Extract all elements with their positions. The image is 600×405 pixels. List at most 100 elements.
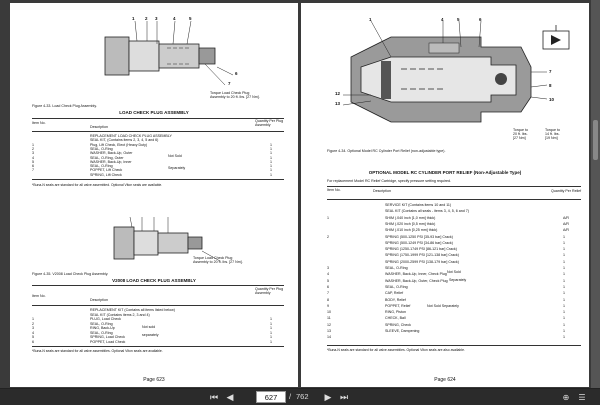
fig2-torque-note: Torque Load Check Plug Assembly to 20 ft… [193,256,243,264]
fig1-callout-2: 2 [145,16,148,21]
table-row-item: 5 [327,278,329,283]
table1-header-item: Item No. [32,121,46,125]
table-row-item: 6 [32,339,34,344]
table-row-quantity: 1 [563,278,565,283]
table1-bottom-rule [32,179,284,180]
table-row-description: WASHER, Back-Up, Inner, Check Plug [385,272,447,277]
torque-a-line3: [27 Nm] [513,136,526,141]
torque-b-line3: [19 Nm] [545,136,558,141]
zoom-icon[interactable]: ⊕ [560,392,572,403]
table1-header-desc: Description [90,125,108,129]
table-row-description: RING, Piston [385,310,406,315]
table-row-quantity: 1 [563,259,565,264]
fig-torque-b: Torque to 14 ft. lbs. [19 Nm] [545,128,560,141]
table-row-quantity: 1 [270,330,272,335]
table-row-quantity: 1 [563,240,565,245]
fig-callout-6: 6 [479,17,482,22]
table-row-description: SPRING (500-1250 PSI [35-93 bar] Crack) [385,234,453,239]
table-row-description: SHIM (.010 inch [0,25 mm] thick) [385,228,438,233]
table1-header-qty: Quantity Per Plug Assembly [255,119,284,128]
cylinder-port-relief-drawing [342,20,548,123]
table-row-item: 10 [327,310,331,315]
next-page-icon[interactable]: ▶ [322,392,334,403]
viewer-toolbar: ⏮ ◀ 627 / 762 ▶ ⏭ ⊕ ☰ [0,388,600,405]
page-separator: / [289,392,292,401]
table-row-quantity: A/R [563,221,569,226]
table-row-quantity: 1 [563,234,565,239]
page-number-input[interactable]: 627 [256,391,286,403]
table-row-description: SPRING, Check [385,322,411,327]
fig1-callout-4: 4 [173,16,176,21]
table2-header-item: Item No. [32,294,46,298]
previous-page-icon[interactable]: ◀ [224,392,236,403]
table2-title: V2008 LOAD CHECK PLUG ASSEMBLY [112,278,196,283]
scrollbar-thumb[interactable] [593,120,598,160]
table-row-description: REPLACEMENT KIT (Contains all items list… [90,308,175,312]
table-row-item: 8 [327,297,329,302]
table-row-description: SPRING (1750-1999 PSI [121-138 bar] Crac… [385,253,459,258]
table-row-item: 12 [327,322,331,327]
table-row-description: SERVICE KIT (Contains items 10 and 11) [385,203,452,207]
table-right-header-rule [327,199,581,200]
table-row-quantity: 1 [563,284,565,289]
table-row-quantity: 1 [563,310,565,315]
fig2-torque-line2: Assembly to 20 ft. lbs. [27 Nm]. [193,260,243,265]
table-right-header-desc: Description [373,189,391,193]
fig-callout-13: 13 [335,101,341,106]
table-row-item: 3 [32,326,34,330]
table-row-quantity: 1 [563,316,565,321]
fig-torque-a: Torque to 20 ft. lbs. [27 Nm] [513,128,528,141]
table-row-quantity: 1 [563,266,565,270]
table-row-quantity: 1 [270,321,272,326]
table-row-quantity: 1 [270,326,272,330]
table-right-note-not-sold: Not Sold [447,270,461,274]
table-row-item: 1 [32,317,34,321]
table1-header-rule [32,131,284,132]
fig-callout-8: 8 [549,83,552,88]
table-row-quantity: 1 [563,335,565,340]
table1-note-a: Not Sold [168,154,182,158]
fig-callout-5: 5 [457,17,460,22]
page-number-left: Page 623 [143,377,165,383]
table-row-description: SPRING, Load Check [90,335,125,339]
v2008-load-check-plug-drawing [113,216,221,262]
table-row-item: 3 [327,266,329,270]
table-right-header-item: Item No. [327,188,341,192]
table-row-item: 7 [32,168,34,173]
table-row-description: SHIM (.040 inch [1,0 mm] thick) [385,215,436,220]
fig1-callout-1: 1 [132,16,135,21]
table-row-item: 13 [327,329,331,333]
table-row-description: SHIM (.020 inch [0,5 mm] thick) [385,221,436,226]
fig1-callout-7: 7 [228,81,231,86]
last-page-icon[interactable]: ⏭ [338,392,350,403]
page-number-right: Page 624 [434,377,456,383]
vertical-scrollbar[interactable] [591,0,600,388]
fig1-caption: Figure 4-33. Load Check Plug Assembly. [32,104,97,108]
table-row-description: WASHER, Back-Up, Outer, Check Plug [385,278,448,283]
table-row-quantity: A/R [563,215,569,220]
fig-callout-10: 10 [549,97,555,102]
table-row-quantity: A/R [563,228,569,233]
table-row-description: SPRING, Lift Check [90,172,122,177]
right-page: 1 4 5 6 7 8 10 12 13 Torque to 20 ft. lb… [301,3,589,387]
menu-icon[interactable]: ☰ [576,392,588,403]
fig1-callout-5: 5 [189,16,192,21]
table2-header-desc: Description [90,298,108,302]
fig1-torque-note: Torque Load Check Plug Assembly to 20 ft… [210,91,260,99]
table2-note-a: Not sold [142,325,156,329]
total-pages: 762 [296,392,309,401]
table-row-item: 1 [327,215,329,220]
table-row-description: SEAL, O-Ring [385,284,408,289]
table-row-item: 6 [327,284,329,289]
table-row-item: 4 [327,272,329,277]
table-subtitle-right: For replacement Model RC Relief Cartridg… [327,179,452,183]
first-page-icon[interactable]: ⏮ [208,392,220,403]
table-row-description: BODY, Relief [385,297,406,302]
table-row-description: SEAL, O-Ring [90,321,113,326]
fig-caption-right: Figure 4-34. Optional Model RC Cylinder … [327,149,446,153]
table-row-description: SPRING (1250-1749 PSI [86-121 bar] Crack… [385,247,457,252]
table-row-description: PLUG, Load Check [90,317,121,321]
table-row-quantity: 1 [563,253,565,258]
table-row-item: 7 [327,291,329,296]
table2-footnote: *Buna-N seals are standard for all valve… [32,349,163,353]
